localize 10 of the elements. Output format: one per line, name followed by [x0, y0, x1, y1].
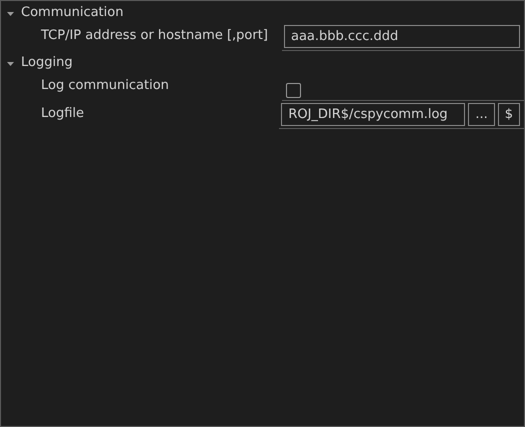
- input-field[interactable]: aaa.bbb.ccc.ddd: [284, 25, 520, 48]
- file-path-field[interactable]: ROJ_DIR$/cspycomm.log: [281, 103, 466, 126]
- browse-button[interactable]: $: [498, 103, 520, 126]
- group-title[interactable]: Logging: [21, 53, 73, 73]
- browse-button[interactable]: ...: [468, 103, 495, 126]
- property-label: Log communication: [40, 77, 170, 95]
- property-label: Logfile: [40, 105, 86, 123]
- property-label: TCP/IP address or hostname [,port]: [40, 27, 269, 45]
- checkbox[interactable]: [286, 83, 301, 98]
- group-title[interactable]: Communication: [21, 3, 124, 23]
